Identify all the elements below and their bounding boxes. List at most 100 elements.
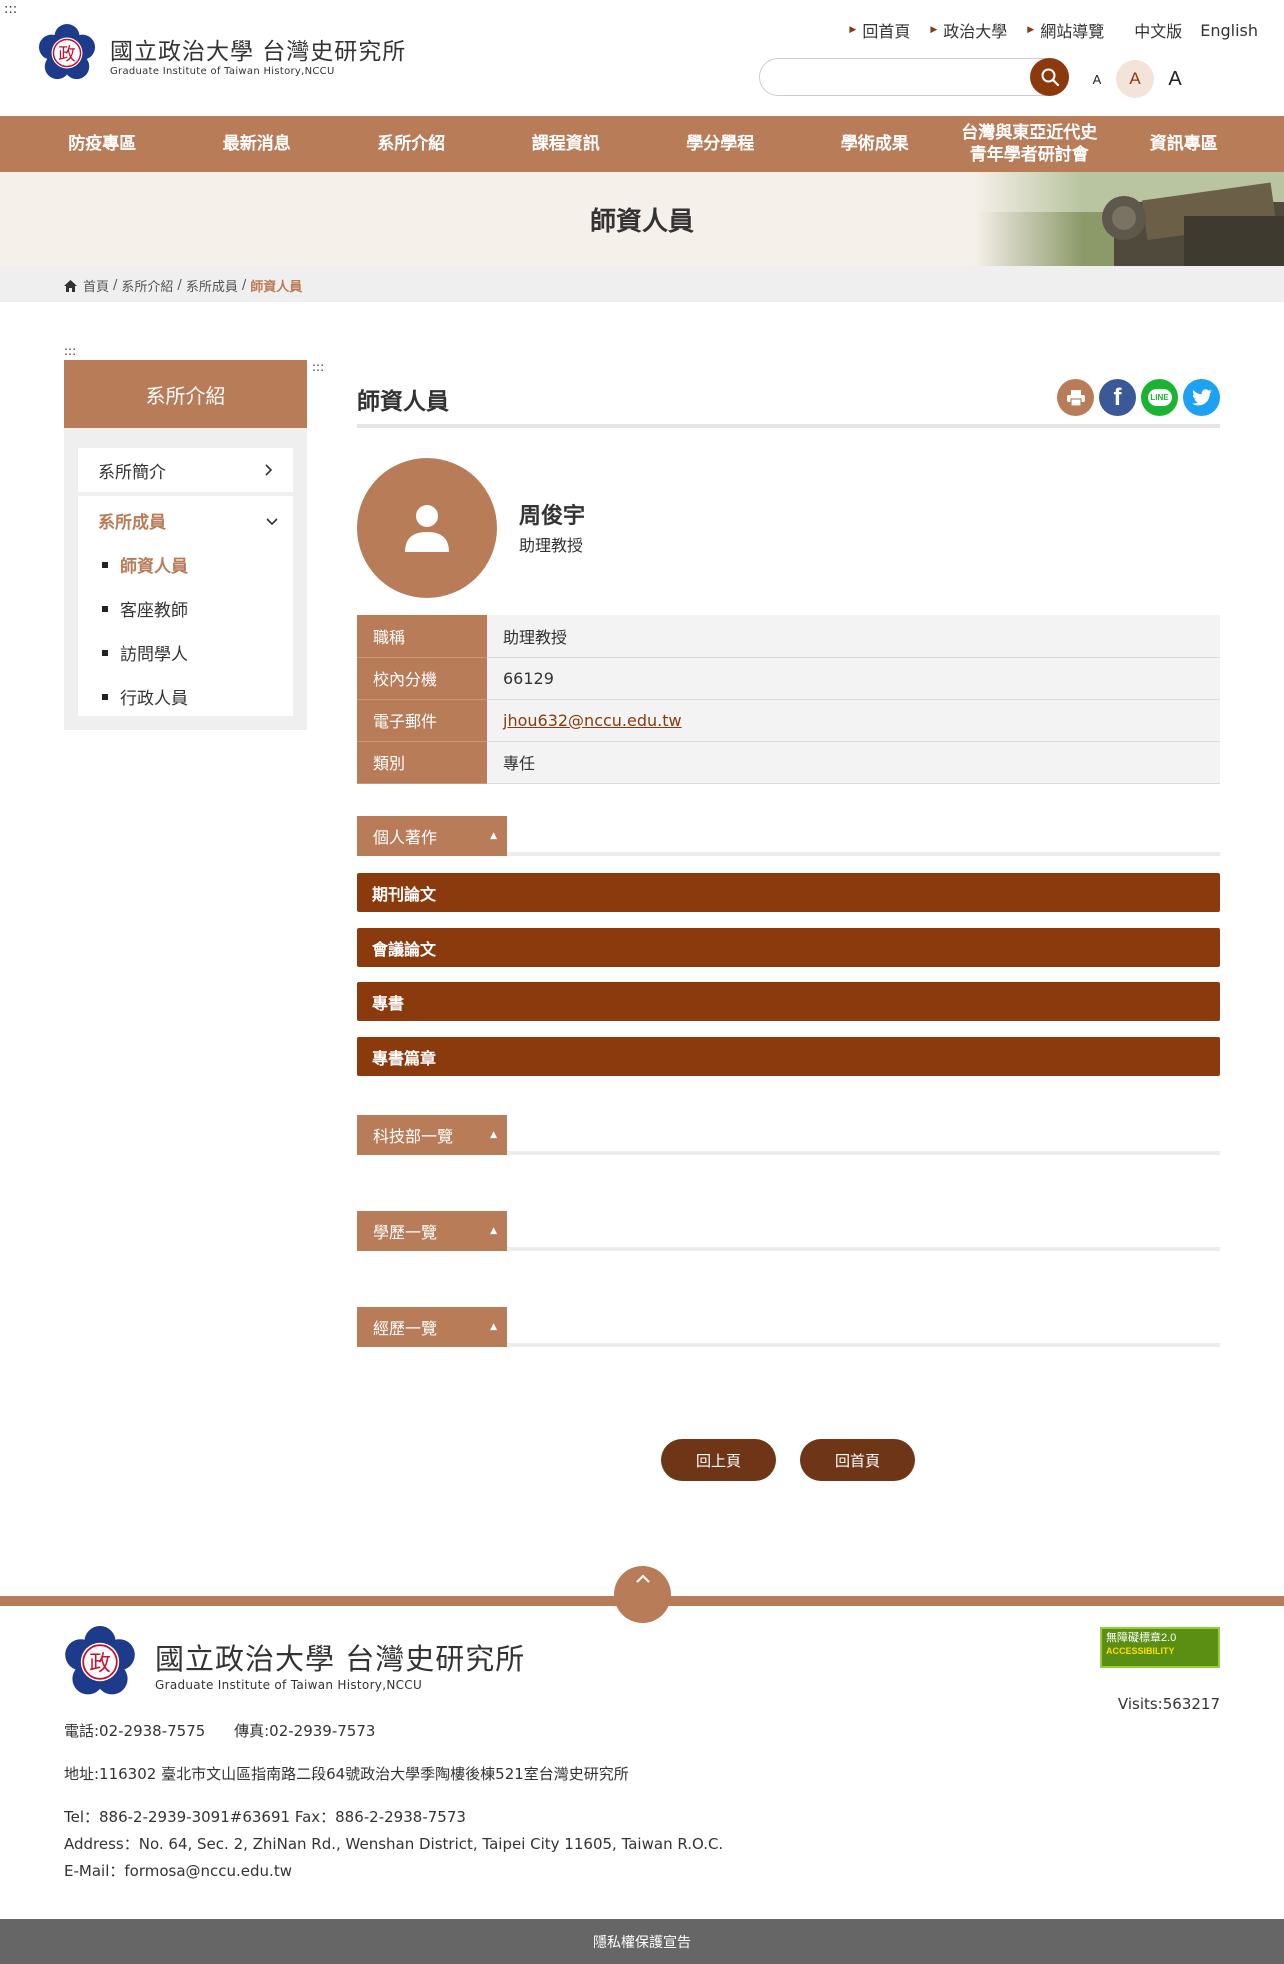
back-to-top-button[interactable] — [614, 1566, 671, 1623]
experience-tab[interactable]: 經歷一覽 ▲ — [357, 1307, 507, 1347]
back-button[interactable]: 回上頁 — [661, 1439, 776, 1481]
top-links: ▶ 回首頁 ▶ 政治大學 ▶ 網站導覽 中文版 English — [829, 18, 1258, 42]
row-key: 校內分機 — [357, 657, 487, 700]
main-nav: 防疫專區 最新消息 系所介紹 課程資訊 學分學程 學術成果 台灣與東亞近代史 青… — [0, 116, 1284, 172]
nav-item-courses[interactable]: 課程資訊 — [489, 116, 644, 172]
privacy-policy-link[interactable]: 隱私權保護宣告 — [0, 1919, 1284, 1964]
caret-up-icon: ▲ — [490, 831, 497, 841]
books-bar[interactable]: 專書 — [357, 982, 1220, 1021]
line-share-button[interactable]: LINE — [1141, 379, 1178, 416]
row-key: 職稱 — [357, 615, 487, 658]
sidebar-section-label: 系所成員 — [98, 513, 166, 533]
breadcrumb-members[interactable]: 系所成員 — [186, 276, 238, 295]
caret-up-icon: ▲ — [490, 1322, 497, 1332]
row-key: 類別 — [357, 741, 487, 784]
sidebar-section-members[interactable]: 系所成員 — [98, 508, 278, 533]
caret-right-icon: ▶ — [1027, 25, 1035, 35]
table-row: 電子郵件 jhou632@nccu.edu.tw — [357, 699, 1220, 742]
top-link-home[interactable]: ▶ 回首頁 — [849, 18, 910, 42]
nav-item-news[interactable]: 最新消息 — [180, 116, 335, 172]
education-tab[interactable]: 學歷一覽 ▲ — [357, 1211, 507, 1251]
seal-char: 政 — [89, 1651, 111, 1676]
row-value: 助理教授 — [487, 615, 1220, 658]
seal-char: 政 — [58, 45, 75, 65]
content-accesskey[interactable]: ::: — [312, 360, 324, 374]
twitter-icon — [1191, 388, 1212, 405]
accessibility-badge[interactable]: 無障礙標章2.0 ACCESSIBILITY — [1100, 1627, 1220, 1668]
sidebar-subitem-visiting-faculty[interactable]: 客座教師 — [102, 596, 188, 621]
title-divider — [357, 424, 1220, 428]
footer-address-zh: 地址:116302 臺北市文山區指南路二段64號政治大學季陶樓後棟521室台灣史… — [64, 1765, 629, 1783]
facebook-icon: f — [1113, 383, 1122, 411]
nav-item-research[interactable]: 學術成果 — [798, 116, 953, 172]
nav-item-about[interactable]: 系所介紹 — [334, 116, 489, 172]
print-icon — [1066, 389, 1085, 407]
footer-contact-zh: 電話:02-2938-7575 傳真:02-2939-7573 — [64, 1720, 375, 1741]
caret-up-icon: ▲ — [490, 1226, 497, 1236]
avatar — [357, 458, 497, 598]
conference-papers-bar[interactable]: 會議論文 — [357, 928, 1220, 967]
nstc-tab[interactable]: 科技部一覽 ▲ — [357, 1115, 507, 1155]
row-key: 電子郵件 — [357, 699, 487, 742]
sidebar-accesskey[interactable]: ::: — [64, 344, 76, 358]
top-link-nccu[interactable]: ▶ 政治大學 — [930, 18, 1007, 42]
home-button[interactable]: 回首頁 — [800, 1439, 915, 1481]
badge-line1: 無障礙標章2.0 — [1106, 1632, 1177, 1644]
footer-phone: 電話:02-2938-7575 — [64, 1722, 206, 1740]
breadcrumb-home[interactable]: 首頁 — [83, 276, 109, 295]
nav-item-conference[interactable]: 台灣與東亞近代史 青年學者研討會 — [952, 116, 1107, 172]
profile-title: 助理教授 — [519, 536, 584, 555]
nav-item-info[interactable]: 資訊專區 — [1107, 116, 1262, 172]
banner-title: 師資人員 — [589, 206, 694, 237]
sidebar-item-intro[interactable]: 系所簡介 — [78, 448, 293, 492]
site-logo[interactable]: 政 國立政治大學 台灣史研究所 Graduate Institute of Ta… — [38, 24, 418, 84]
search-icon — [1041, 68, 1059, 87]
row-value: jhou632@nccu.edu.tw — [487, 699, 1220, 742]
lang-en-link[interactable]: English — [1200, 21, 1258, 40]
publications-tab-label: 個人著作 — [373, 828, 438, 847]
sidebar-item-label: 系所簡介 — [98, 462, 166, 483]
nav-item-covid[interactable]: 防疫專區 — [25, 116, 180, 172]
chevron-right-icon — [265, 464, 273, 476]
twitter-share-button[interactable] — [1183, 379, 1220, 416]
book-chapters-bar[interactable]: 專書篇章 — [357, 1037, 1220, 1076]
row-value: 66129 — [487, 657, 1220, 700]
section-divider — [507, 1247, 1220, 1251]
caret-right-icon: ▶ — [930, 25, 938, 35]
nccu-seal-icon: 政 — [65, 1626, 135, 1695]
profile-name: 周俊宇 — [519, 504, 586, 529]
footer-logo[interactable]: 政 國立政治大學 台灣史研究所 Graduate Institute of Ta… — [64, 1626, 544, 1698]
accesskey-mark[interactable]: ::: — [4, 2, 17, 17]
search-input[interactable] — [759, 58, 1069, 96]
font-size-large-button[interactable]: A — [1156, 60, 1194, 98]
print-button[interactable] — [1057, 379, 1094, 416]
search-button[interactable] — [1030, 58, 1069, 96]
lang-zh-link[interactable]: 中文版 — [1134, 18, 1182, 42]
email-link[interactable]: jhou632@nccu.edu.tw — [503, 711, 682, 730]
nav-item-programs[interactable]: 學分學程 — [643, 116, 798, 172]
bullet-icon — [102, 693, 108, 700]
table-row: 類別 專任 — [357, 741, 1220, 784]
caret-right-icon: ▶ — [849, 25, 857, 35]
nstc-tab-label: 科技部一覽 — [373, 1127, 454, 1146]
education-tab-label: 學歷一覽 — [373, 1223, 438, 1242]
table-row: 校內分機 66129 — [357, 657, 1220, 700]
bullet-icon — [102, 561, 108, 568]
breadcrumb-about[interactable]: 系所介紹 — [121, 276, 173, 295]
home-icon — [64, 279, 77, 292]
sidebar-subitem-faculty[interactable]: 師資人員 — [102, 552, 188, 577]
footer-tel-en: Tel：886-2-2939-3091#63691 Fax：886-2-2938… — [64, 1808, 466, 1826]
bullet-icon — [102, 605, 108, 612]
sidebar-subitem-staff[interactable]: 行政人員 — [102, 684, 188, 709]
visit-counter: Visits:563217 — [1117, 1695, 1220, 1713]
facebook-share-button[interactable]: f — [1099, 379, 1136, 416]
nccu-seal-icon: 政 — [38, 24, 96, 80]
section-divider — [507, 852, 1220, 856]
publications-tab[interactable]: 個人著作 ▲ — [357, 816, 507, 856]
font-size-small-button[interactable]: A — [1078, 60, 1116, 98]
sidebar-heading: 系所介紹 — [64, 360, 307, 428]
top-link-sitemap[interactable]: ▶ 網站導覽 — [1027, 18, 1104, 42]
journal-papers-bar[interactable]: 期刊論文 — [357, 873, 1220, 912]
sidebar-subitem-visiting-scholars[interactable]: 訪問學人 — [102, 640, 188, 665]
font-size-medium-button[interactable]: A — [1116, 60, 1154, 98]
